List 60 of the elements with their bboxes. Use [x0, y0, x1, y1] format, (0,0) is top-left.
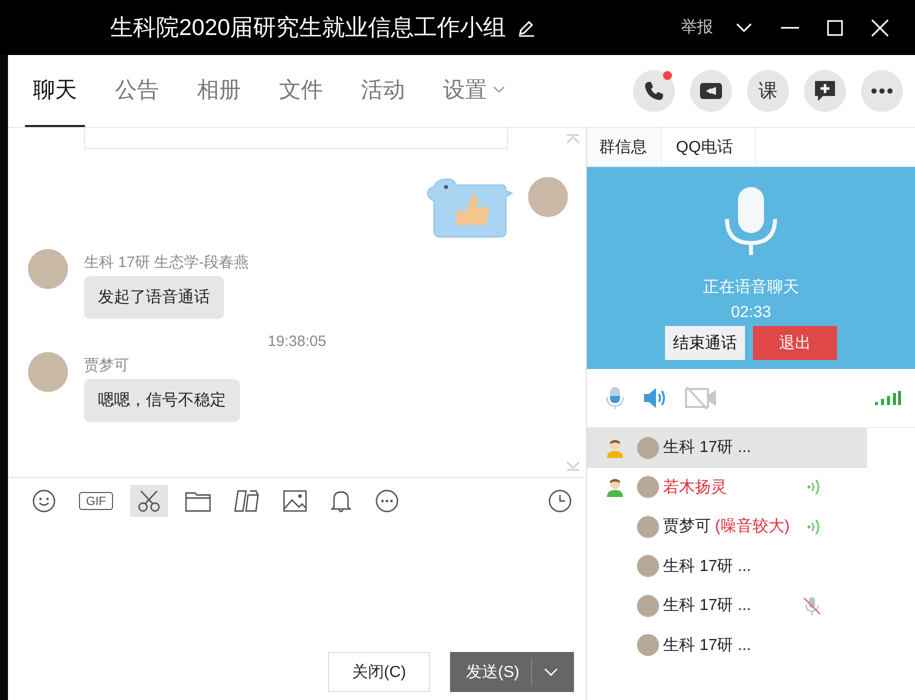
member-name: 生科 17研 ...: [663, 596, 752, 616]
quit-button[interactable]: 退出: [753, 326, 837, 360]
avatar: [637, 476, 659, 498]
chat-plus-icon: [813, 79, 837, 103]
class-button[interactable]: 课: [747, 70, 789, 112]
speaker-icon[interactable]: [643, 387, 667, 409]
tab[interactable]: 设置: [435, 55, 513, 127]
member-row[interactable]: 若木扬灵: [587, 468, 867, 507]
gif-button[interactable]: GIF: [73, 485, 119, 517]
member-name: 若木扬灵: [663, 478, 727, 498]
member-name: 贾梦可: [663, 517, 711, 538]
signal-icon: [875, 391, 901, 405]
more-icon: [871, 88, 893, 94]
message-bubble: 嗯嗯，信号不稳定: [84, 379, 240, 422]
avatar: [637, 516, 659, 538]
end-call-button[interactable]: 结束通话: [665, 326, 745, 360]
member-row[interactable]: 生科 17研 ...: [587, 586, 867, 626]
add-button[interactable]: [804, 70, 846, 112]
avatar: [637, 436, 659, 459]
member-row[interactable]: 生科 17研 ...: [587, 626, 867, 665]
scissors-icon[interactable]: [130, 485, 168, 517]
tab[interactable]: 相册: [189, 55, 249, 127]
call-duration: 02:33: [730, 304, 772, 322]
call-status: 正在语音聊天: [703, 278, 799, 298]
maximize-icon[interactable]: [827, 20, 843, 36]
video-button[interactable]: [690, 70, 732, 112]
clock-icon[interactable]: [548, 489, 572, 513]
member-row[interactable]: 贾梦可 (噪音较大): [587, 507, 867, 546]
member-name: 生科 17研 ...: [663, 636, 752, 656]
message-bubble: 发起了语音通话: [84, 276, 224, 319]
more-button[interactable]: [861, 70, 903, 112]
timestamp: 19:38:05: [268, 333, 326, 350]
window-title: 生科院2020届研究生就业信息工作小组: [110, 13, 506, 42]
avatar: [637, 555, 659, 578]
tab[interactable]: 文件: [271, 55, 331, 127]
close-button[interactable]: 关闭(C): [328, 652, 430, 692]
member-row[interactable]: 生科 17研 ...: [587, 546, 867, 586]
microphone-icon[interactable]: [605, 386, 625, 410]
microphone-icon: [723, 185, 779, 257]
close-icon[interactable]: [871, 18, 889, 36]
avatar: [637, 594, 659, 617]
tab[interactable]: 聊天: [25, 55, 85, 127]
tab[interactable]: 公告: [107, 55, 167, 127]
avatar: [637, 634, 659, 656]
sender-name: 生科 17研 生态学-段春燕: [84, 253, 250, 272]
report-link[interactable]: 举报: [681, 17, 713, 38]
caret-icon[interactable]: [493, 86, 505, 94]
message-input[interactable]: 关闭(C) 发送(S): [8, 524, 586, 700]
member-name: 生科 17研 ...: [663, 556, 752, 577]
member-row[interactable]: 生科 17研 ...: [587, 428, 867, 468]
member-name: 生科 17研 ...: [663, 438, 752, 458]
send-button[interactable]: 发送(S): [450, 652, 574, 692]
chevron-down-icon[interactable]: [735, 22, 753, 34]
tab[interactable]: 群信息: [587, 128, 662, 166]
sender-name: 贾梦可: [84, 356, 129, 375]
minimize-icon[interactable]: [781, 26, 799, 28]
phone-icon: [643, 80, 665, 102]
member-note: (噪音较大): [715, 516, 790, 538]
phone-button[interactable]: [633, 70, 675, 112]
tab[interactable]: 活动: [353, 55, 413, 127]
